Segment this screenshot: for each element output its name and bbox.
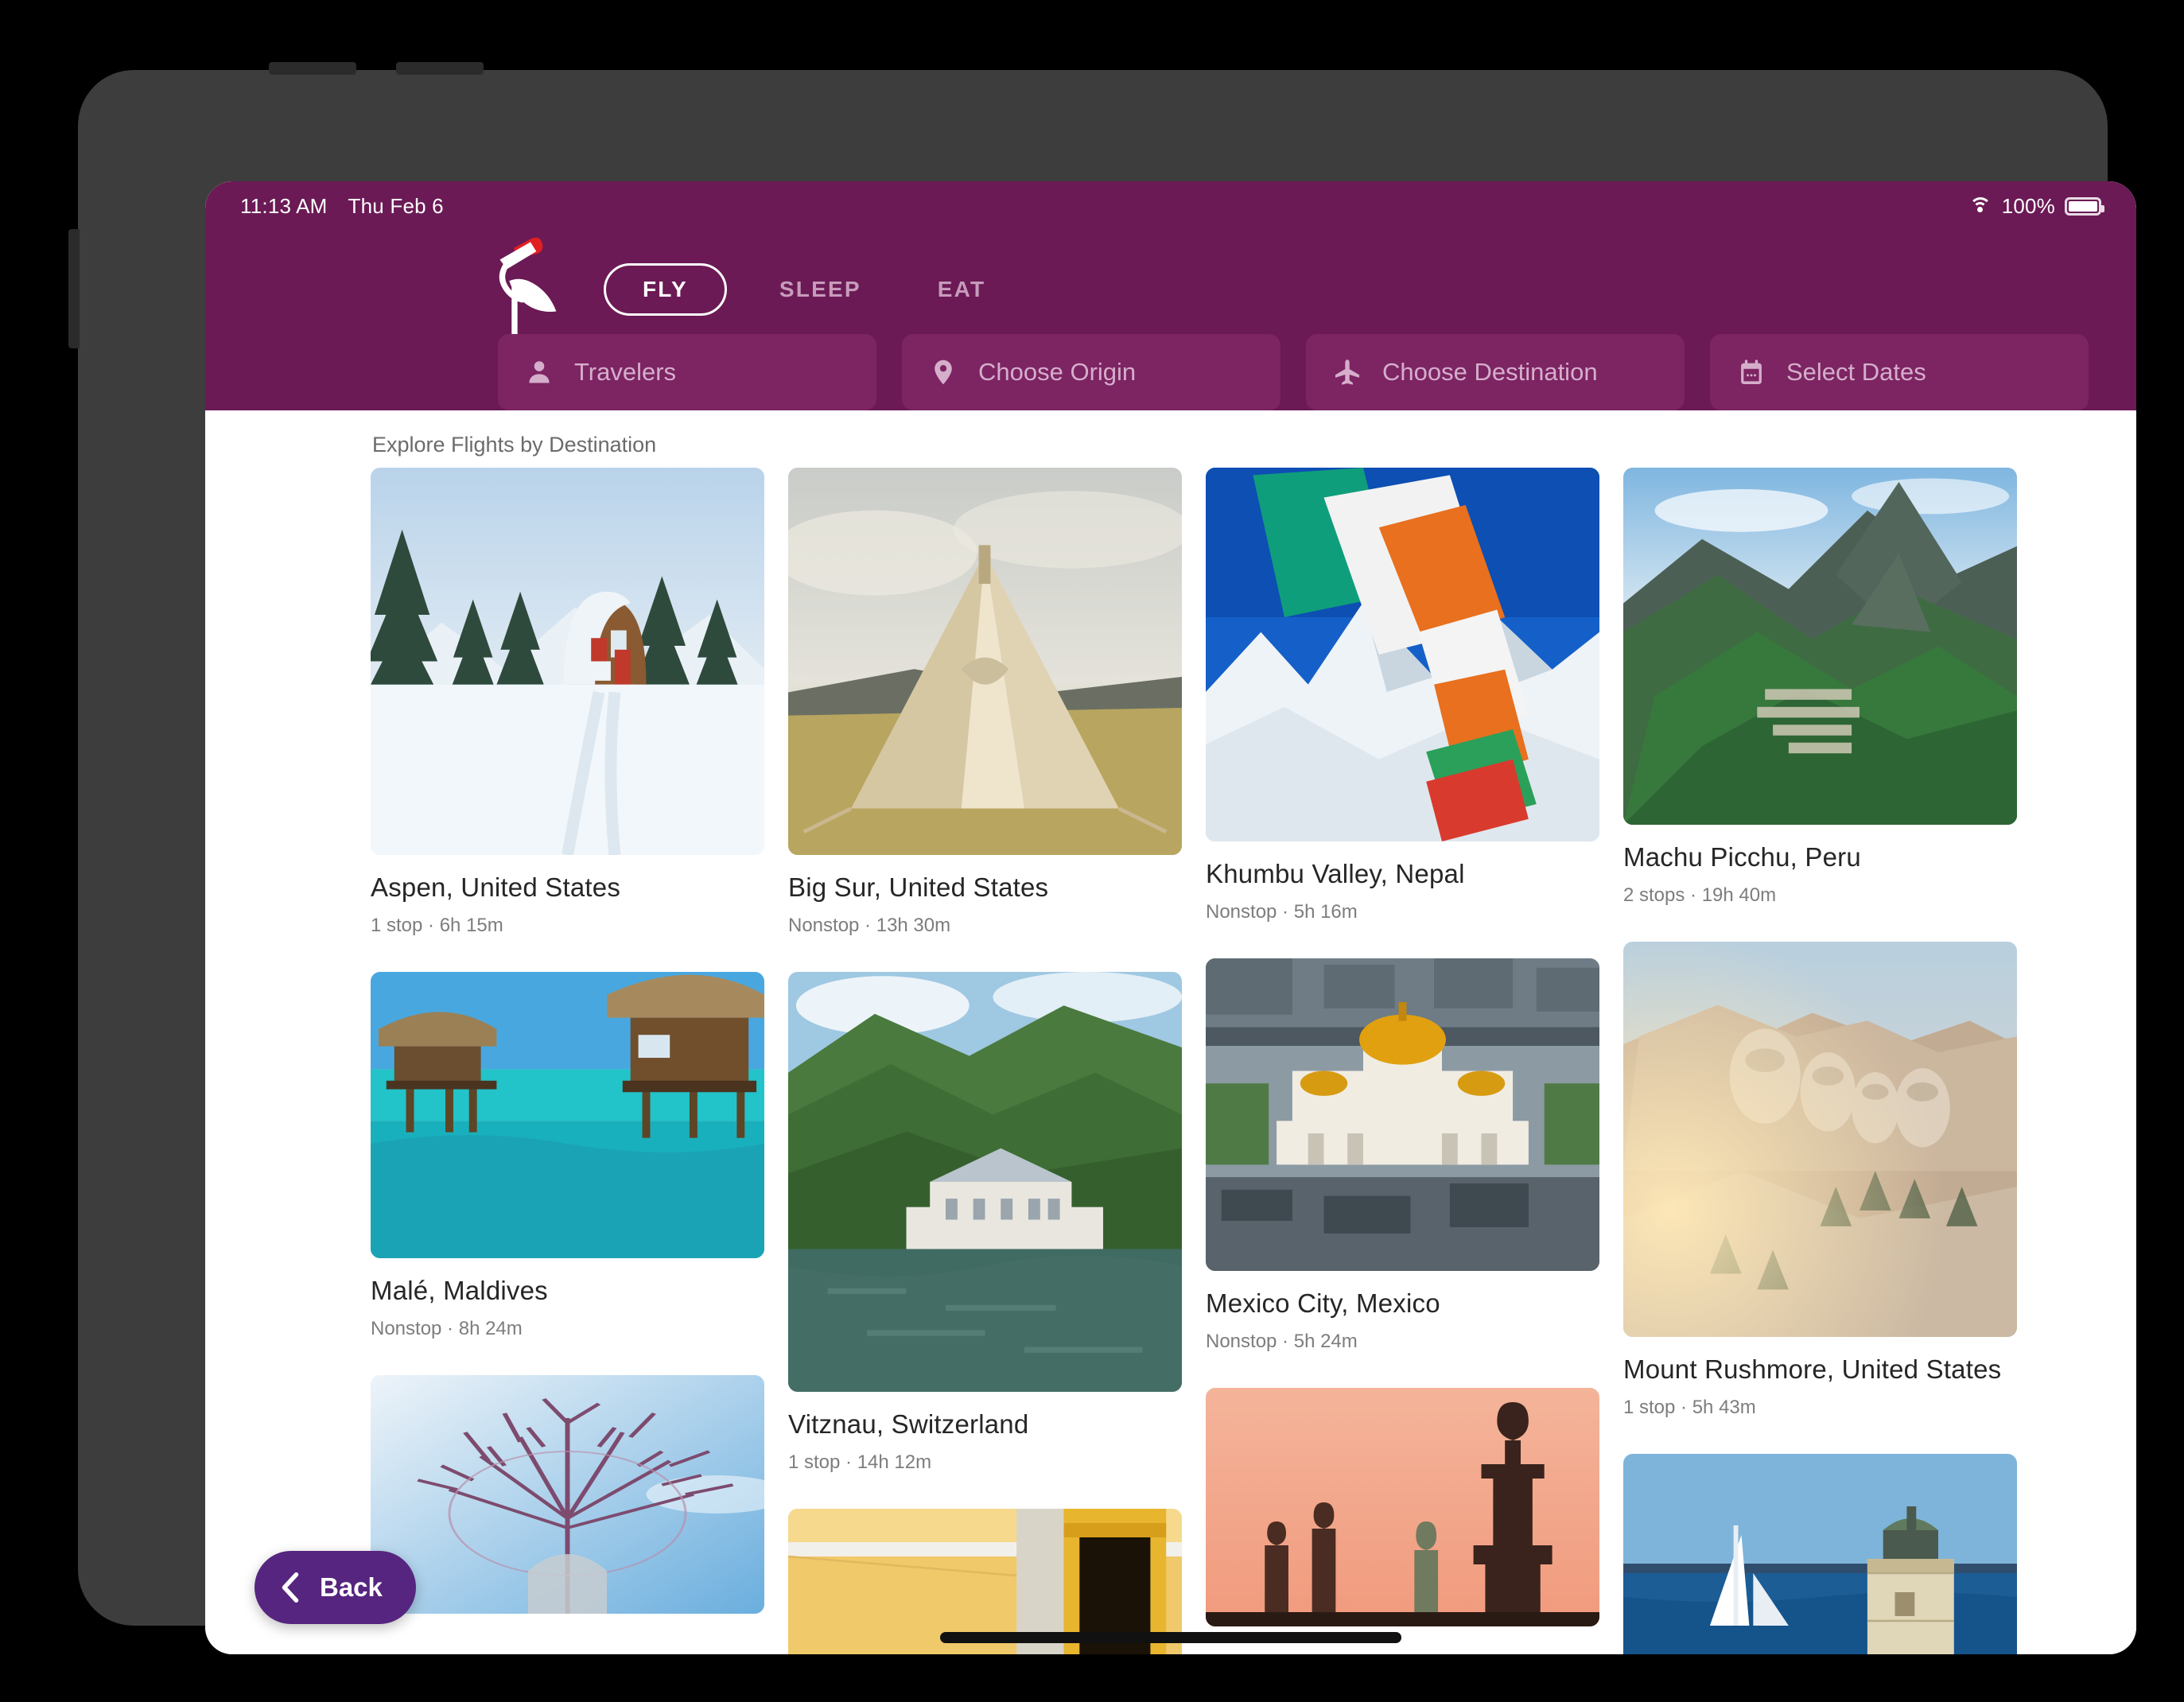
flight-details: Nonstop · 5h 16m: [1206, 901, 1358, 923]
power-hardware-button[interactable]: [68, 229, 80, 348]
destination-card[interactable]: Mount Rushmore, United States 1 stop · 5h…: [1623, 942, 2017, 1419]
status-date: Thu Feb 6: [348, 193, 444, 218]
dates-label: Select Dates: [1786, 358, 1926, 386]
destination-title: Big Sur, United States: [788, 872, 1049, 902]
primary-nav: FLY SLEEP EAT: [205, 237, 2136, 337]
location-pin-icon: [935, 359, 952, 385]
airplane-icon: [1335, 359, 1359, 385]
destination-photo: [1206, 958, 1599, 1271]
travelers-field[interactable]: Travelers: [498, 334, 876, 410]
card-column-1: Aspen, United States 1 stop · 6h 15m Malé…: [371, 468, 764, 1654]
destination-photo: [371, 1375, 764, 1614]
destination-label: Choose Destination: [1382, 358, 1598, 386]
destination-card[interactable]: Malé, Maldives Nonstop · 8h 24m: [371, 972, 764, 1340]
destination-photo: [1206, 468, 1599, 841]
flight-details: Nonstop · 8h 24m: [371, 1318, 523, 1339]
chevron-left-icon: [282, 1572, 299, 1603]
destination-title: Khumbu Valley, Nepal: [1206, 859, 1465, 888]
destination-card[interactable]: [1623, 1454, 2017, 1654]
destination-photo: [1623, 1454, 2017, 1654]
status-time: 11:13 AM: [240, 193, 328, 218]
destination-title: Mount Rushmore, United States: [1623, 1354, 2002, 1384]
origin-label: Choose Origin: [978, 358, 1137, 386]
destination-field[interactable]: Choose Destination: [1306, 334, 1685, 410]
content-area: Explore Flights by Destination Aspen, Un…: [205, 410, 2136, 1654]
card-column-4: Machu Picchu, Peru 2 stops · 19h 40m Mou…: [1623, 468, 2017, 1654]
destination-card[interactable]: Big Sur, United States Nonstop · 13h 30m: [788, 468, 1182, 937]
flight-details: 1 stop · 6h 15m: [371, 915, 503, 936]
dates-field[interactable]: Select Dates: [1710, 334, 2089, 410]
travelers-label: Travelers: [574, 358, 677, 386]
flight-details: Nonstop · 13h 30m: [788, 915, 951, 936]
nav-items-list: FLY SLEEP EAT: [604, 263, 1062, 316]
card-column-2: Big Sur, United States Nonstop · 13h 30m: [788, 468, 1182, 1654]
destination-card[interactable]: Vitznau, Switzerland 1 stop · 14h 12m: [788, 972, 1182, 1474]
back-button[interactable]: Back: [255, 1551, 416, 1624]
search-bar: Travelers Choose Origin Choose Destinati…: [498, 334, 2089, 410]
person-icon: [529, 361, 550, 383]
destination-title: Vitznau, Switzerland: [788, 1409, 1029, 1439]
destination-photo: [1206, 1388, 1599, 1626]
flight-details: 2 stops · 19h 40m: [1623, 884, 1777, 906]
destination-photo: [1623, 468, 2017, 825]
page-title: Explore Flights by Destination: [372, 433, 657, 457]
battery-full-icon: [2065, 196, 2104, 216]
destination-title: Mexico City, Mexico: [1206, 1288, 1440, 1318]
origin-field[interactable]: Choose Origin: [902, 334, 1280, 410]
battery-percent-label: 100%: [2001, 193, 2055, 218]
card-column-3: Khumbu Valley, Nepal Nonstop · 5h 16m Mex…: [1206, 468, 1599, 1654]
destination-card[interactable]: [1206, 1388, 1599, 1626]
back-button-label: Back: [320, 1572, 383, 1602]
destination-card-grid[interactable]: Aspen, United States 1 stop · 6h 15m Malé…: [371, 468, 2017, 1654]
destination-card[interactable]: Machu Picchu, Peru 2 stops · 19h 40m: [1623, 468, 2017, 907]
destination-photo: [788, 972, 1182, 1392]
destination-photo: [371, 468, 764, 855]
flight-details: 1 stop · 5h 43m: [1623, 1397, 1756, 1418]
tab-sleep[interactable]: SLEEP: [779, 266, 861, 313]
volume-down-hardware-button[interactable]: [396, 62, 484, 75]
destination-photo: [788, 468, 1182, 855]
destination-photo: [371, 972, 764, 1258]
destination-title: Machu Picchu, Peru: [1623, 842, 1861, 872]
flight-details: 1 stop · 14h 12m: [788, 1451, 932, 1473]
stork-logo-icon: [499, 237, 557, 337]
app-header: 11:13 AM Thu Feb 6 100% FLY SLEEP EAT Tr…: [205, 181, 2136, 410]
wifi-icon: [1968, 197, 1992, 215]
tablet-device-frame: 11:13 AM Thu Feb 6 100% FLY SLEEP EAT Tr…: [68, 62, 2136, 1654]
home-indicator[interactable]: [940, 1632, 1401, 1643]
status-bar: 11:13 AM Thu Feb 6 100%: [205, 181, 2136, 221]
tablet-screen: 11:13 AM Thu Feb 6 100% FLY SLEEP EAT Tr…: [205, 181, 2136, 1654]
flight-details: Nonstop · 5h 24m: [1206, 1331, 1358, 1352]
destination-photo: [1623, 942, 2017, 1337]
destination-title: Aspen, United States: [371, 872, 621, 902]
tab-eat[interactable]: EAT: [938, 266, 986, 313]
volume-up-hardware-button[interactable]: [269, 62, 356, 75]
destination-card[interactable]: Khumbu Valley, Nepal Nonstop · 5h 16m: [1206, 468, 1599, 923]
destination-card[interactable]: Aspen, United States 1 stop · 6h 15m: [371, 468, 764, 937]
tab-fly[interactable]: FLY: [604, 263, 727, 316]
destination-title: Malé, Maldives: [371, 1276, 548, 1305]
destination-card[interactable]: [371, 1375, 764, 1614]
destination-card[interactable]: Mexico City, Mexico Nonstop · 5h 24m: [1206, 958, 1599, 1353]
calendar-icon: [1741, 359, 1762, 384]
